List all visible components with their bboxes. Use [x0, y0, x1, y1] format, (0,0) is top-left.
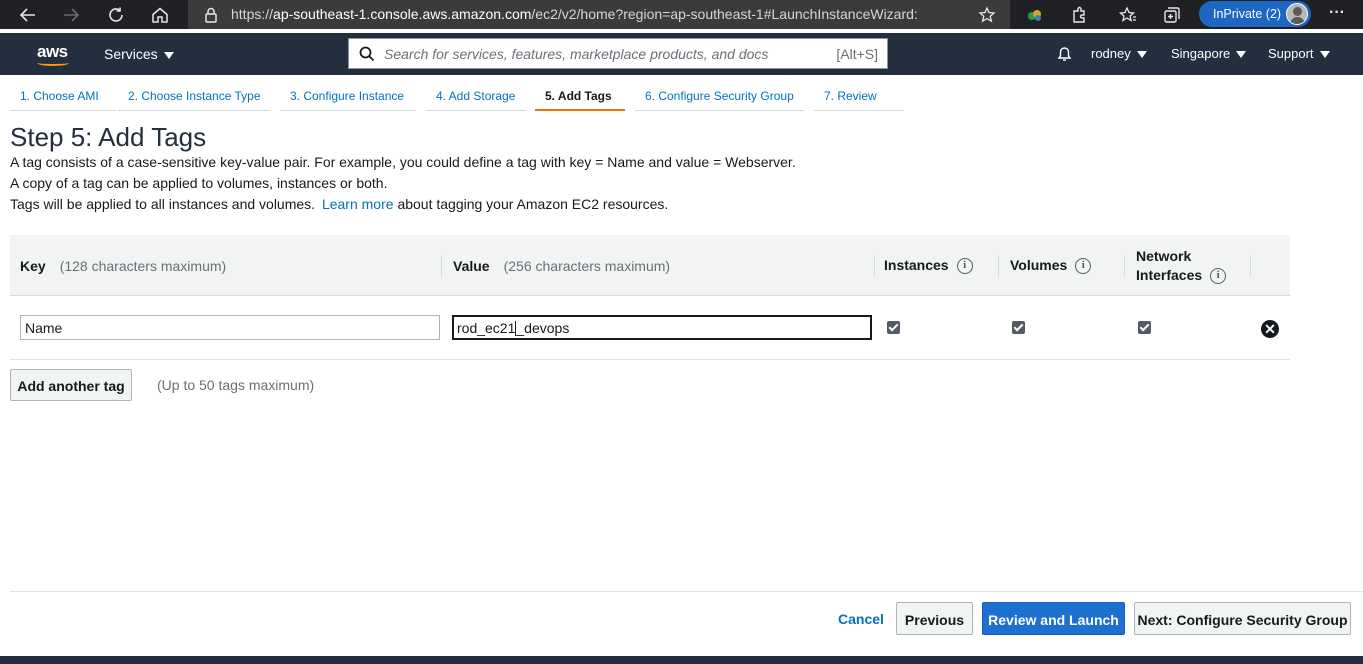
chevron-down-icon — [1236, 51, 1247, 59]
description-line-1: A tag consists of a case-sensitive key-v… — [10, 154, 796, 170]
network-header-line-1: Network — [1136, 248, 1192, 264]
info-icon[interactable]: i — [1075, 258, 1092, 275]
search-icon — [359, 46, 375, 67]
lock-icon[interactable] — [200, 4, 222, 26]
description-line-3: Tags will be applied to all instances an… — [10, 196, 668, 212]
instances-checkbox[interactable] — [887, 321, 900, 334]
tags-limit-note: (Up to 50 tags maximum) — [157, 377, 315, 393]
table-header: Key (128 characters maximum) Value (256 ch… — [10, 235, 1290, 296]
tab-add-storage[interactable]: 4. Add Storage — [426, 75, 526, 111]
chevron-down-icon — [1319, 51, 1330, 59]
collections-icon[interactable] — [1161, 4, 1183, 26]
column-header-volumes: Volumes i — [1010, 257, 1092, 275]
column-header-network-interfaces: Network Interfaces i — [1136, 247, 1227, 285]
region-menu[interactable]: Singapore — [1171, 46, 1247, 61]
column-divider — [998, 255, 999, 277]
services-label: Services — [104, 46, 158, 62]
add-favorite-icon[interactable] — [976, 4, 998, 26]
url-text: https://ap-southeast-1.console.aws.amazo… — [231, 6, 918, 22]
network-interfaces-checkbox[interactable] — [1138, 321, 1151, 334]
chevron-down-icon — [163, 51, 174, 59]
description-line-3-post: about tagging your Amazon EC2 resources. — [397, 196, 669, 212]
back-icon[interactable] — [17, 4, 39, 26]
chevron-down-icon — [1136, 51, 1147, 59]
more-menu-icon[interactable]: ··· — [1329, 4, 1345, 22]
remove-tag-icon[interactable]: ✕ — [1261, 320, 1279, 338]
home-icon[interactable] — [149, 4, 171, 26]
column-header-key: Key (128 characters maximum) — [20, 258, 227, 274]
tab-choose-ami[interactable]: 1. Choose AMI — [10, 75, 116, 111]
key-hint: (128 characters maximum) — [59, 258, 227, 274]
user-label: rodney — [1091, 46, 1131, 61]
column-divider — [441, 255, 442, 277]
aws-logo[interactable]: aws — [37, 42, 68, 62]
info-icon[interactable]: i — [1210, 268, 1227, 285]
add-another-tag-button[interactable]: Add another tag — [10, 369, 132, 401]
column-header-value: Value (256 characters maximum) — [453, 258, 671, 274]
forward-icon[interactable] — [60, 4, 82, 26]
search-placeholder: Search for services, features, marketpla… — [384, 46, 769, 62]
address-bar[interactable]: https://ap-southeast-1.console.aws.amazo… — [188, 0, 1010, 29]
inprivate-label: InPrivate (2) — [1213, 7, 1282, 21]
footer-divider — [10, 591, 1363, 592]
tags-table: Key (128 characters maximum) Value (256 ch… — [10, 235, 1290, 360]
previous-button[interactable]: Previous — [896, 602, 973, 635]
next-configure-security-group-button[interactable]: Next: Configure Security Group — [1134, 602, 1351, 635]
tab-configure-instance[interactable]: 3. Configure Instance — [280, 75, 416, 111]
row-divider — [10, 359, 1290, 360]
description-line-3-pre: Tags will be applied to all instances an… — [10, 196, 316, 212]
refresh-icon[interactable] — [105, 4, 127, 26]
region-label: Singapore — [1171, 46, 1231, 61]
tag-value-input[interactable]: rod_ec21_devops — [452, 315, 872, 340]
favorites-icon[interactable] — [1117, 4, 1139, 26]
services-menu[interactable]: Services — [104, 46, 174, 62]
tag-value-text-before-cursor: rod_ec21 — [457, 320, 516, 336]
user-menu[interactable]: rodney — [1091, 46, 1147, 61]
browser-toolbar: https://ap-southeast-1.console.aws.amazo… — [0, 0, 1363, 29]
extensions-icon[interactable] — [1068, 4, 1090, 26]
tab-choose-instance-type[interactable]: 2. Choose Instance Type — [118, 75, 270, 111]
info-icon[interactable]: i — [956, 258, 973, 275]
wizard-steps: 1. Choose AMI 2. Choose Instance Type 3.… — [0, 75, 1363, 115]
aws-logo-smile — [37, 60, 69, 66]
column-divider — [1250, 255, 1251, 277]
tab-add-tags[interactable]: 5. Add Tags — [535, 75, 625, 111]
aws-search-input[interactable]: Search for services, features, marketpla… — [348, 38, 888, 69]
support-menu[interactable]: Support — [1268, 46, 1330, 61]
column-header-instances: Instances i — [884, 257, 973, 275]
tag-key-input[interactable]: Name — [20, 315, 440, 340]
bottom-bar — [0, 656, 1363, 664]
review-and-launch-button[interactable]: Review and Launch — [982, 602, 1125, 635]
volumes-checkbox[interactable] — [1012, 321, 1025, 334]
value-hint: (256 characters maximum) — [503, 258, 671, 274]
tag-value-text-after-cursor: _devops — [516, 320, 570, 336]
avatar — [1286, 3, 1308, 25]
description-line-2: A copy of a tag can be applied to volume… — [10, 175, 388, 191]
network-header-line-2: Interfaces — [1136, 267, 1203, 283]
cancel-button[interactable]: Cancel — [832, 602, 890, 635]
search-shortcut: [Alt+S] — [836, 46, 878, 62]
tab-review[interactable]: 7. Review — [814, 75, 904, 111]
column-divider — [874, 255, 875, 277]
inprivate-button[interactable]: InPrivate (2) — [1199, 1, 1311, 27]
learn-more-link[interactable]: Learn more — [322, 196, 394, 212]
tab-configure-security-group[interactable]: 6. Configure Security Group — [635, 75, 804, 111]
page-title: Step 5: Add Tags — [10, 122, 207, 152]
extension-color-icon[interactable] — [1024, 4, 1046, 26]
support-label: Support — [1268, 46, 1314, 61]
aws-top-nav: aws Services Search for services, featur… — [0, 33, 1363, 75]
bell-icon[interactable] — [1056, 45, 1073, 67]
column-divider — [1124, 255, 1125, 277]
